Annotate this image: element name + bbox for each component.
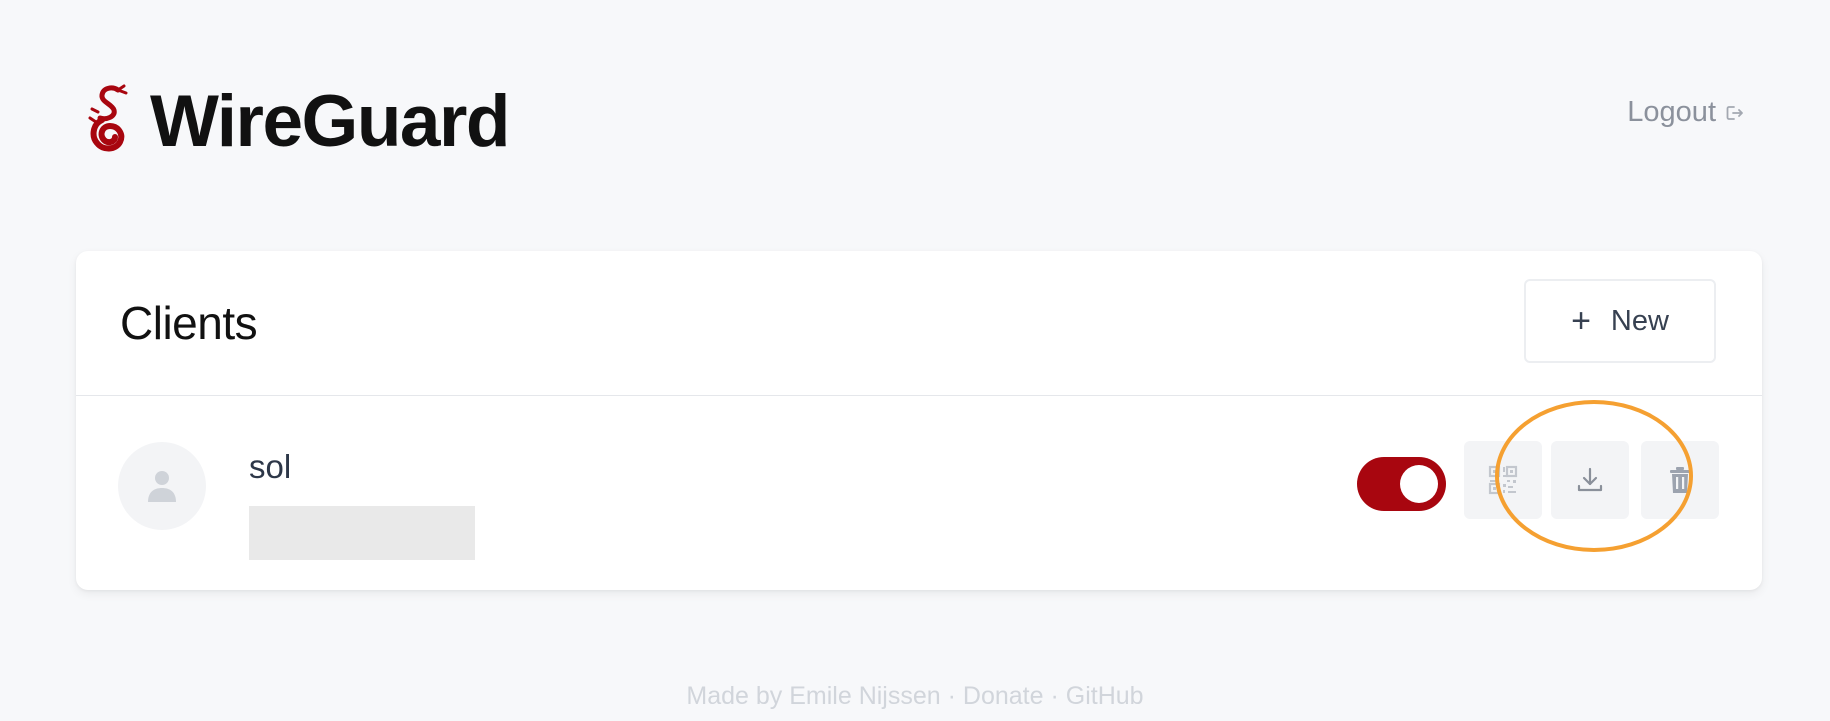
show-qr-button[interactable] (1464, 441, 1542, 519)
delete-client-button[interactable] (1641, 441, 1719, 519)
logout-label: Logout (1627, 96, 1716, 128)
redacted-address (249, 506, 475, 560)
footer-separator: · (947, 682, 956, 710)
download-icon (1577, 467, 1603, 492)
toggle-knob (1400, 465, 1438, 503)
footer-made-by: Made by Emile Nijssen (686, 682, 941, 710)
github-link[interactable]: GitHub (1066, 682, 1144, 710)
client-name: sol (249, 448, 292, 485)
client-enable-toggle[interactable] (1357, 457, 1446, 511)
footer: Made by Emile Nijssen · Donate · GitHub (0, 682, 1830, 711)
qr-code-icon (1488, 465, 1518, 495)
clients-title: Clients (120, 297, 258, 349)
donate-link[interactable]: Donate (963, 682, 1044, 710)
logout-button[interactable]: Logout (1627, 96, 1744, 129)
clients-card: Clients + New sol (76, 251, 1762, 590)
client-row: sol (76, 396, 1762, 590)
clients-card-header: Clients + New (76, 251, 1762, 396)
app-title: WireGuard (150, 80, 511, 162)
app-header: WireGuard (88, 80, 511, 162)
trash-icon (1670, 467, 1690, 493)
new-button-label: New (1610, 304, 1669, 337)
user-icon (148, 471, 176, 502)
new-client-button[interactable]: + New (1524, 279, 1716, 363)
footer-separator: · (1050, 682, 1059, 710)
wireguard-dragon-icon (88, 84, 128, 152)
download-config-button[interactable] (1551, 441, 1629, 519)
avatar (118, 442, 206, 530)
logout-icon (1726, 105, 1743, 120)
plus-icon: + (1571, 302, 1591, 340)
